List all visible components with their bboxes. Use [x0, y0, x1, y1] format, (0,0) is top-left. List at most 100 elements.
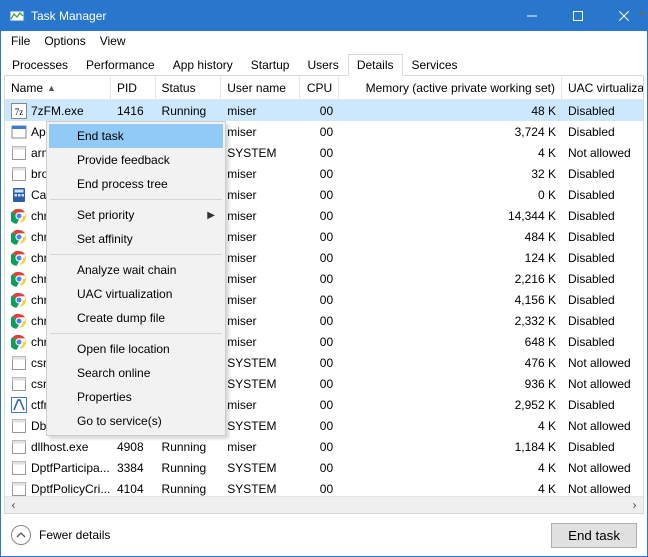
- col-memory[interactable]: Memory (active private working set): [339, 76, 562, 99]
- col-status[interactable]: Status: [156, 76, 222, 99]
- cell-status: Running: [156, 482, 222, 496]
- cell-memory: 648 K: [339, 335, 562, 349]
- cell-user: miser: [221, 251, 300, 265]
- col-pid[interactable]: PID: [111, 76, 156, 99]
- cell-user: miser: [221, 293, 300, 307]
- ctx-search-online[interactable]: Search online: [49, 361, 223, 385]
- cell-user: miser: [221, 440, 300, 454]
- cell-user: miser: [221, 209, 300, 223]
- ctx-open-file-location[interactable]: Open file location: [49, 337, 223, 361]
- cell-uac: Disabled: [562, 209, 643, 223]
- cell-pid: 1416: [111, 104, 156, 118]
- cell-uac: Disabled: [562, 335, 643, 349]
- cell-user: SYSTEM: [221, 482, 300, 496]
- scroll-left-icon[interactable]: ‹: [5, 497, 22, 514]
- column-headers: Name ▲ PID Status User name CPU Memory (a…: [5, 76, 643, 100]
- ctx-set-affinity[interactable]: Set affinity: [49, 227, 223, 251]
- col-uac[interactable]: UAC virtualiza...▴: [562, 76, 643, 99]
- process-icon: [11, 292, 27, 308]
- ctx-set-priority[interactable]: Set priority▶: [49, 203, 223, 227]
- process-icon: [11, 481, 27, 497]
- process-icon: [11, 397, 27, 413]
- cell-user: miser: [221, 230, 300, 244]
- cell-status: Running: [156, 440, 222, 454]
- ctx-analyze-wait-chain[interactable]: Analyze wait chain: [49, 258, 223, 282]
- cell-uac: Disabled: [562, 272, 643, 286]
- cell-memory: 476 K: [339, 356, 562, 370]
- ctx-end-process-tree[interactable]: End process tree: [49, 172, 223, 196]
- tab-app-history[interactable]: App history: [164, 54, 242, 76]
- cell-memory: 3,724 K: [339, 125, 562, 139]
- cell-uac: Disabled: [562, 167, 643, 181]
- fewer-details-label: Fewer details: [39, 528, 110, 542]
- process-icon: [11, 145, 27, 161]
- tab-startup[interactable]: Startup: [242, 54, 299, 76]
- maximize-button[interactable]: [555, 1, 601, 31]
- app-icon: [9, 8, 25, 24]
- col-cpu[interactable]: CPU: [300, 76, 339, 99]
- cell-memory: 4 K: [339, 482, 562, 496]
- cell-uac: Not allowed: [562, 482, 643, 496]
- tab-processes[interactable]: Processes: [3, 54, 77, 76]
- col-user[interactable]: User name: [221, 76, 300, 99]
- tab-services[interactable]: Services: [403, 54, 467, 76]
- process-icon: [11, 250, 27, 266]
- minimize-button[interactable]: [509, 1, 555, 31]
- cell-pid: 4104: [111, 482, 156, 496]
- end-task-button[interactable]: End task: [551, 523, 637, 548]
- cell-user: SYSTEM: [221, 461, 300, 475]
- cell-uac: Disabled: [562, 398, 643, 412]
- cell-memory: 0 K: [339, 188, 562, 202]
- cell-user: miser: [221, 398, 300, 412]
- cell-pid: 4908: [111, 440, 156, 454]
- cell-user: miser: [221, 188, 300, 202]
- tab-users[interactable]: Users: [298, 54, 347, 76]
- table-row[interactable]: dllhost.exe4908Runningmiser001,184 KDisa…: [5, 436, 643, 457]
- ctx-uac-virtualization[interactable]: UAC virtualization: [49, 282, 223, 306]
- ctx-end-task[interactable]: End task: [49, 124, 223, 148]
- cell-cpu: 00: [300, 167, 339, 181]
- cell-user: miser: [221, 335, 300, 349]
- table-row[interactable]: DptfParticipa...3384RunningSYSTEM004 KNo…: [5, 457, 643, 478]
- ctx-separator: [50, 254, 222, 255]
- cell-cpu: 00: [300, 251, 339, 265]
- cell-cpu: 00: [300, 419, 339, 433]
- cell-name: DptfPolicyCri...: [5, 481, 111, 497]
- ctx-properties[interactable]: Properties: [49, 385, 223, 409]
- sort-asc-icon: ▲: [47, 83, 56, 93]
- titlebar[interactable]: Task Manager: [1, 1, 647, 31]
- fewer-details-button[interactable]: Fewer details: [11, 525, 110, 545]
- scroll-right-icon[interactable]: ›: [626, 497, 643, 514]
- horizontal-scrollbar[interactable]: ‹ ›: [5, 496, 643, 513]
- menu-options[interactable]: Options: [38, 33, 91, 49]
- cell-memory: 4 K: [339, 146, 562, 160]
- process-icon: [11, 376, 27, 392]
- cell-uac: Disabled: [562, 293, 643, 307]
- cell-uac: Not allowed: [562, 377, 643, 391]
- cell-cpu: 00: [300, 293, 339, 307]
- ctx-create-dump[interactable]: Create dump file: [49, 306, 223, 330]
- cell-memory: 14,344 K: [339, 209, 562, 223]
- menu-view[interactable]: View: [94, 33, 132, 49]
- cell-uac: Not allowed: [562, 461, 643, 475]
- cell-user: miser: [221, 167, 300, 181]
- menu-file[interactable]: File: [5, 33, 36, 49]
- cell-memory: 936 K: [339, 377, 562, 391]
- cell-uac: Disabled: [562, 188, 643, 202]
- cell-cpu: 00: [300, 398, 339, 412]
- cell-cpu: 00: [300, 461, 339, 475]
- cell-uac: Not allowed: [562, 146, 643, 160]
- cell-cpu: 00: [300, 104, 339, 118]
- cell-memory: 124 K: [339, 251, 562, 265]
- table-row[interactable]: DptfPolicyCri...4104RunningSYSTEM004 KNo…: [5, 478, 643, 496]
- ctx-provide-feedback[interactable]: Provide feedback: [49, 148, 223, 172]
- table-row[interactable]: 7z7zFM.exe1416Runningmiser0048 KDisabled: [5, 100, 643, 121]
- cell-cpu: 00: [300, 482, 339, 496]
- window-buttons: [509, 1, 647, 31]
- ctx-go-to-services[interactable]: Go to service(s): [49, 409, 223, 433]
- col-name-label: Name: [11, 81, 43, 95]
- tab-details[interactable]: Details: [348, 54, 403, 76]
- col-name[interactable]: Name ▲: [5, 76, 111, 99]
- tab-performance[interactable]: Performance: [77, 54, 164, 76]
- cell-status: Running: [156, 104, 222, 118]
